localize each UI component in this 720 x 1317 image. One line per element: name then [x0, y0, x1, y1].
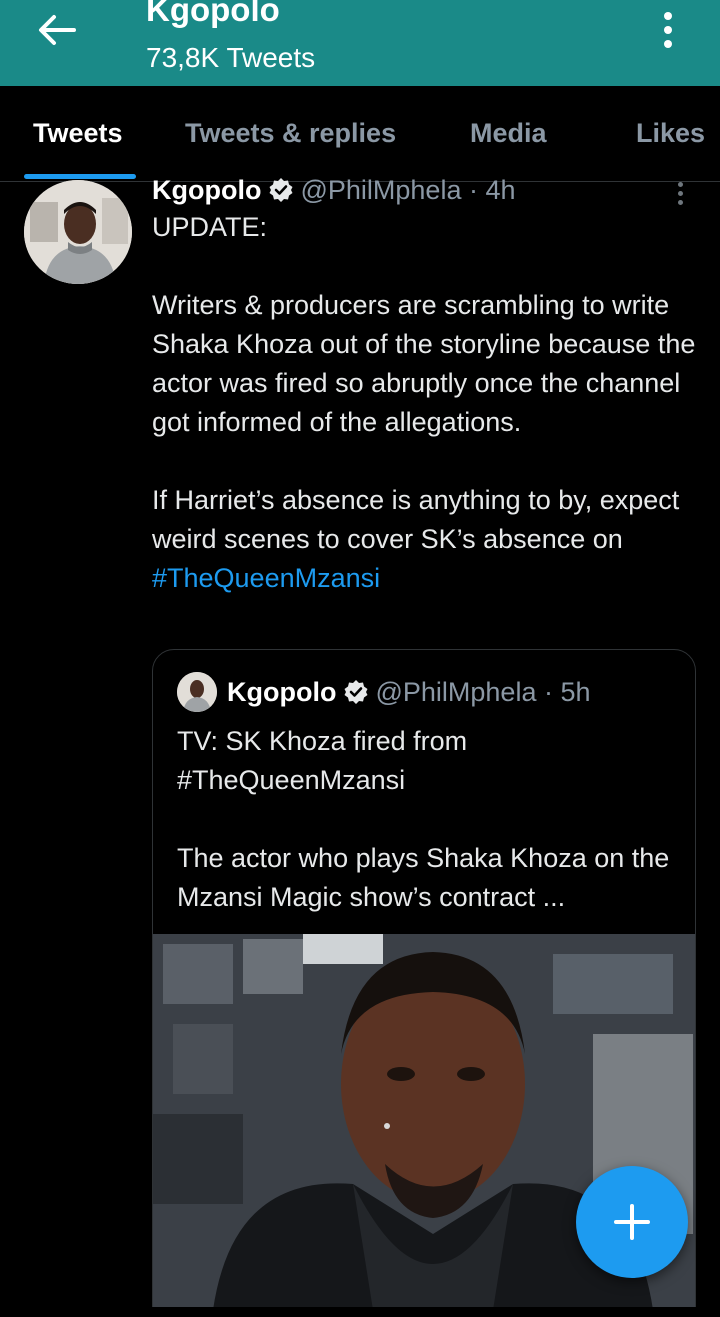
verified-badge-icon: [343, 679, 369, 705]
bottom-edge: [0, 1307, 720, 1317]
profile-tabs: Tweets Tweets & replies Media Likes: [0, 86, 720, 182]
tab-tweets-replies[interactable]: Tweets & replies: [185, 116, 396, 150]
active-tab-indicator: [24, 174, 136, 179]
back-button[interactable]: [30, 8, 82, 52]
avatar-image: [24, 180, 132, 284]
tweet-author-handle[interactable]: @PhilMphela · 4h: [300, 172, 515, 208]
tweet-body: UPDATE: Writers & producers are scrambli…: [152, 212, 696, 554]
compose-tweet-button[interactable]: [576, 1166, 688, 1278]
more-options-button[interactable]: [648, 8, 688, 52]
tweet-header: Kgopolo @PhilMphela · 4h: [152, 170, 515, 210]
tweet-count: 73,8K Tweets: [146, 42, 316, 73]
quoted-tweet-text: TV: SK Khoza fired from #TheQueenMzansi …: [177, 726, 670, 912]
profile-name: Kgopolo: [146, 0, 280, 28]
quoted-author-handle: @PhilMphela · 5h: [375, 676, 591, 707]
tab-likes[interactable]: Likes: [636, 116, 705, 150]
tab-media[interactable]: Media: [470, 116, 547, 150]
quoted-author-name: Kgopolo: [227, 676, 337, 707]
tweet-text: UPDATE: Writers & producers are scrambli…: [152, 208, 702, 598]
hashtag-link[interactable]: #TheQueenMzansi: [152, 563, 380, 593]
plus-icon: [614, 1204, 650, 1240]
more-vertical-icon: [664, 12, 672, 20]
profile-header: Kgopolo 73,8K Tweets: [0, 0, 720, 86]
verified-badge-icon: [268, 177, 294, 203]
tweet-author-name[interactable]: Kgopolo: [152, 172, 261, 208]
quoted-tweet-header: Kgopolo @PhilMphela · 5h: [177, 672, 590, 712]
tweet-more-button[interactable]: [670, 180, 690, 206]
more-vertical-icon: [677, 181, 683, 187]
quoted-avatar: [177, 672, 217, 712]
avatar[interactable]: [24, 180, 132, 284]
tab-tweets[interactable]: Tweets: [33, 116, 123, 150]
arrow-left-icon: [39, 15, 76, 45]
